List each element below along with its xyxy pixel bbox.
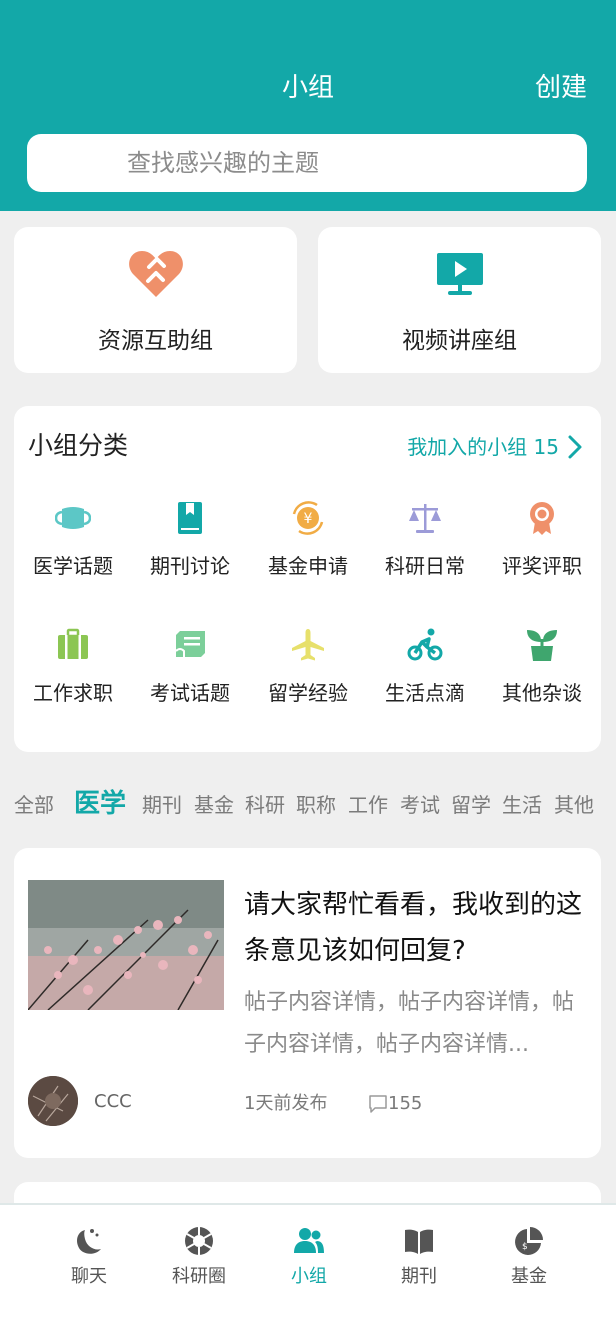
filter-life[interactable]: 生活 <box>502 788 542 822</box>
fund-pie-icon: $ <box>515 1227 543 1255</box>
svg-text:$: $ <box>522 1242 528 1252</box>
filter-fund[interactable]: 基金 <box>194 788 234 822</box>
category-label: 其他杂谈 <box>502 681 582 705</box>
filter-research[interactable]: 科研 <box>245 788 285 822</box>
category-label: 基金申请 <box>268 554 348 578</box>
airplane-icon <box>292 629 324 661</box>
post-card[interactable]: 请大家帮忙看看，我收到的这条意见该如何回复? 帖子内容详情，帖子内容详情，帖子内… <box>14 848 601 1158</box>
avatar[interactable] <box>28 1076 78 1126</box>
filter-journal[interactable]: 期刊 <box>142 788 182 822</box>
post-author[interactable]: CCC <box>94 1088 132 1116</box>
category-life[interactable]: 生活点滴 <box>366 627 484 737</box>
research-circle-icon <box>185 1227 213 1255</box>
comment-count: 155 <box>388 1093 423 1114</box>
video-group-label: 视频讲座组 <box>402 328 517 354</box>
category-job[interactable]: 工作求职 <box>14 627 132 737</box>
category-label: 科研日常 <box>385 554 465 578</box>
heart-handshake-icon <box>128 251 183 297</box>
tab-label: 科研圈 <box>172 1266 226 1287</box>
category-label: 医学话题 <box>33 554 113 578</box>
video-group-card[interactable]: 视频讲座组 <box>318 227 601 373</box>
filter-other[interactable]: 其他 <box>554 788 594 822</box>
post-title: 请大家帮忙看看，我收到的这条意见该如何回复? <box>244 890 583 966</box>
tab-journals[interactable]: 期刊 <box>364 1205 474 1295</box>
video-monitor-icon <box>436 253 483 295</box>
award-medal-icon <box>530 502 554 535</box>
chevron-right-icon[interactable] <box>566 434 584 460</box>
balance-scale-icon <box>409 504 441 533</box>
category-other[interactable]: 其他杂谈 <box>483 627 601 737</box>
chat-moon-icon <box>77 1229 101 1254</box>
create-button[interactable]: 创建 <box>535 68 587 108</box>
category-journal[interactable]: 期刊讨论 <box>131 500 249 610</box>
category-label: 评奖评职 <box>502 554 582 578</box>
tab-groups[interactable]: 小组 <box>254 1205 364 1295</box>
category-fund[interactable]: ¥ 基金申请 <box>249 500 367 610</box>
filter-work[interactable]: 工作 <box>348 788 388 822</box>
filter-medical[interactable]: 医学 <box>74 784 126 824</box>
joined-groups-link[interactable]: 我加入的小组 15 <box>407 430 559 464</box>
category-label: 留学经验 <box>268 681 348 705</box>
category-label: 期刊讨论 <box>150 554 230 578</box>
category-card: 小组分类 我加入的小组 15 医学话题 期刊讨论 ¥ 基金申请 科研日常 评奖评… <box>14 406 601 752</box>
filter-abroad[interactable]: 留学 <box>451 788 491 822</box>
category-award[interactable]: 评奖评职 <box>483 500 601 610</box>
tab-label: 小组 <box>291 1266 327 1287</box>
journal-book-icon <box>178 502 202 534</box>
category-exam[interactable]: 考试话题 <box>131 627 249 737</box>
cycling-icon <box>407 628 443 661</box>
filter-all[interactable]: 全部 <box>14 788 54 822</box>
group-people-icon <box>294 1228 324 1253</box>
category-study-abroad[interactable]: 留学经验 <box>249 627 367 737</box>
tab-label: 基金 <box>511 1266 547 1287</box>
tab-label: 聊天 <box>71 1266 107 1287</box>
briefcase-icon <box>58 628 88 659</box>
top-header: 小组 创建 查找感兴趣的主题 <box>0 0 616 313</box>
resource-group-label: 资源互助组 <box>98 328 213 354</box>
tab-research-circle[interactable]: 科研圈 <box>144 1205 254 1295</box>
category-research[interactable]: 科研日常 <box>366 500 484 610</box>
category-label: 生活点滴 <box>385 681 465 705</box>
category-label: 工作求职 <box>33 681 113 705</box>
post-time: 1天前发布 <box>244 1093 328 1114</box>
bottom-tab-bar: 聊天 科研圈 小组 期刊 $ 基金 <box>0 1203 616 1334</box>
search-bar[interactable]: 查找感兴趣的主题 <box>27 134 587 313</box>
filter-title[interactable]: 职称 <box>296 788 336 822</box>
tab-label: 期刊 <box>401 1266 437 1287</box>
search-input[interactable]: 查找感兴趣的主题 <box>127 143 319 183</box>
post-excerpt: 帖子内容详情，帖子内容详情，帖子内容详情，帖子内容详情... <box>244 990 575 1057</box>
category-title: 小组分类 <box>28 431 129 460</box>
exam-scroll-icon <box>175 631 205 658</box>
medical-mask-icon <box>55 507 91 529</box>
yuan-coin-icon: ¥ <box>292 501 324 535</box>
comment-icon <box>369 1095 387 1113</box>
post-thumbnail <box>28 880 224 1010</box>
plant-sprout-icon <box>527 630 557 661</box>
filter-exam[interactable]: 考试 <box>400 788 440 822</box>
category-label: 考试话题 <box>150 681 230 705</box>
svg-text:¥: ¥ <box>304 511 313 527</box>
page-title: 小组 <box>281 73 334 103</box>
tab-fund[interactable]: $ 基金 <box>474 1205 584 1295</box>
category-medical[interactable]: 医学话题 <box>14 500 132 610</box>
tab-chat[interactable]: 聊天 <box>34 1205 144 1295</box>
resource-group-card[interactable]: 资源互助组 <box>14 227 297 373</box>
open-book-icon <box>405 1229 433 1254</box>
